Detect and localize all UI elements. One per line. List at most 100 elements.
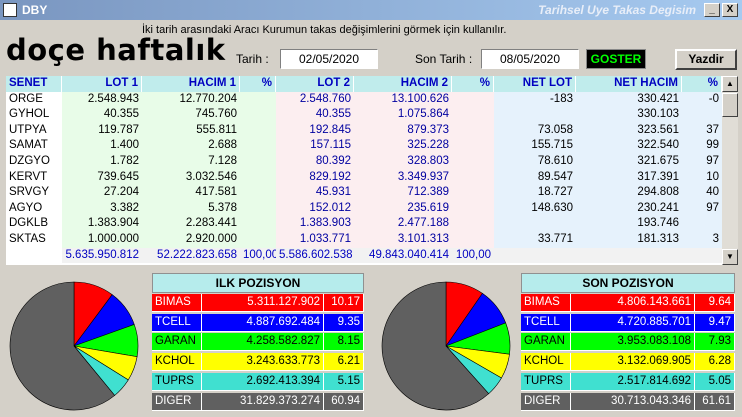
table-cell: 100,00 (240, 247, 276, 264)
end-date-field[interactable]: 08/05/2020 (481, 49, 579, 69)
table-cell (576, 247, 682, 264)
table-row[interactable]: SAMAT 1.400 2.688 157.115 325.228 155.715 322.… (6, 138, 722, 154)
position-percent: 61.61 (695, 392, 735, 411)
son-pozisyon-pie-chart (381, 281, 511, 411)
position-value: 3.243.633.773 (202, 353, 324, 372)
table-row[interactable]: AGYO 3.382 5.378 152.012 235.619 148.630 230.2… (6, 200, 722, 217)
table-row[interactable]: GYHOL 40.355 745.760 40.355 1.075.864 330.103 (6, 107, 722, 123)
table-cell: 5.635.950.812 (62, 247, 142, 264)
table-cell: 3.382 (62, 200, 142, 217)
position-value: 3.132.069.905 (571, 353, 695, 372)
table-cell (452, 169, 494, 186)
position-symbol: DIGER (521, 392, 571, 411)
table-cell: KERVT (6, 169, 62, 186)
table-cell (452, 185, 494, 201)
close-button[interactable]: X (722, 3, 738, 17)
table-cell: 97 (682, 154, 722, 170)
scroll-thumb[interactable] (722, 93, 738, 117)
table-cell: 2.920.000 (142, 232, 240, 248)
window-title: Tarihsel Uye Takas Degisim (538, 3, 696, 17)
table-cell: 155.715 (494, 138, 576, 154)
table-cell: 27.204 (62, 185, 142, 201)
table-total-row[interactable]: 5.635.950.812 52.222.823.658 100,00 5.586.6… (6, 247, 722, 264)
table-cell: 10 (682, 169, 722, 186)
position-value: 2.692.413.394 (202, 372, 324, 391)
table-cell: 13.100.626 (354, 91, 452, 108)
table-cell: 2.688 (142, 138, 240, 154)
table-row[interactable]: KERVT 739.645 3.032.546 829.192 3.349.937 89.… (6, 169, 722, 186)
table-row[interactable]: SKTAS 1.000.000 2.920.000 1.033.771 3.101.31… (6, 232, 722, 248)
position-symbol: TUPRS (521, 372, 571, 391)
table-cell: 1.400 (62, 138, 142, 154)
table-cell: -183 (494, 91, 576, 108)
table-cell: 37 (682, 122, 722, 139)
table-cell: 148.630 (494, 200, 576, 217)
table-cell: SAMAT (6, 138, 62, 154)
table-cell: 157.115 (276, 138, 354, 154)
column-header: LOT 1 (62, 76, 142, 92)
column-header: LOT 2 (276, 76, 354, 92)
table-cell: 328.803 (354, 154, 452, 170)
position-percent: 5.05 (695, 372, 735, 391)
takas-table[interactable]: SENET LOT 1 HACIM 1% LOT 2 HACIM 2% NET LOT NE… (6, 76, 722, 265)
table-cell: 745.760 (142, 107, 240, 123)
column-header: HACIM 1 (142, 76, 240, 92)
position-percent: 9.35 (324, 313, 364, 332)
position-percent: 9.47 (695, 313, 735, 332)
start-date-field[interactable]: 02/05/2020 (280, 49, 378, 69)
table-scrollbar[interactable]: ▲ ▼ (722, 76, 738, 265)
table-cell: 33.771 (494, 232, 576, 248)
table-cell: 73.058 (494, 122, 576, 139)
table-row[interactable]: DZGYO 1.782 7.128 80.392 328.803 78.610 321.67… (6, 154, 722, 170)
table-cell: ORGE (6, 91, 62, 108)
table-cell (494, 247, 576, 264)
table-cell: 230.241 (576, 200, 682, 217)
position-percent: 60.94 (324, 392, 364, 411)
column-header: % (682, 76, 722, 92)
position-value: 4.258.582.827 (202, 333, 324, 352)
column-header: HACIM 2 (354, 76, 452, 92)
position-value: 4.806.143.661 (571, 294, 695, 312)
table-cell: UTPYA (6, 122, 62, 139)
table-cell: 330.421 (576, 91, 682, 108)
position-percent: 7.93 (695, 333, 735, 352)
position-value: 4.887.692.484 (202, 313, 324, 332)
table-cell (240, 91, 276, 108)
print-button[interactable]: Yazdir (675, 49, 737, 70)
start-date-label: Tarih : (236, 52, 269, 66)
table-cell: 1.383.903 (276, 216, 354, 232)
table-cell (240, 216, 276, 232)
table-cell (240, 154, 276, 170)
table-cell (452, 122, 494, 139)
table-cell: 40.355 (62, 107, 142, 123)
table-cell (240, 107, 276, 123)
show-button[interactable]: GOSTER (586, 49, 646, 69)
table-row[interactable]: SRVGY 27.204 417.581 45.931 712.389 18.727 294… (6, 185, 722, 201)
table-cell (494, 216, 576, 232)
table-cell: DZGYO (6, 154, 62, 170)
table-cell: GYHOL (6, 107, 62, 123)
table-cell (240, 169, 276, 186)
table-row[interactable]: UTPYA 119.787 555.811 192.845 879.373 73.058 3… (6, 122, 722, 139)
column-header: NET LOT (494, 76, 576, 92)
table-row[interactable]: DGKLB 1.383.904 2.283.441 1.383.903 2.477.18… (6, 216, 722, 232)
table-cell: 152.012 (276, 200, 354, 217)
table-cell: AGYO (6, 200, 62, 217)
scroll-up-icon[interactable]: ▲ (722, 76, 738, 92)
table-cell: 417.581 (142, 185, 240, 201)
table-cell (240, 122, 276, 139)
table-cell (452, 91, 494, 108)
position-symbol: KCHOL (152, 353, 202, 372)
scroll-down-icon[interactable]: ▼ (722, 249, 738, 265)
table-cell: 3.101.313 (354, 232, 452, 248)
table-cell: 294.808 (576, 185, 682, 201)
position-symbol: TCELL (521, 313, 571, 332)
minimize-button[interactable]: _ (704, 3, 720, 17)
position-symbol: BIMAS (521, 294, 571, 312)
table-cell: 99 (682, 138, 722, 154)
table-row[interactable]: ORGE 2.548.943 12.770.204 2.548.760 13.100.6… (6, 91, 722, 108)
table-cell: 325.228 (354, 138, 452, 154)
position-value: 31.829.373.274 (202, 392, 324, 411)
table-cell: 323.561 (576, 122, 682, 139)
table-cell: 97 (682, 200, 722, 217)
